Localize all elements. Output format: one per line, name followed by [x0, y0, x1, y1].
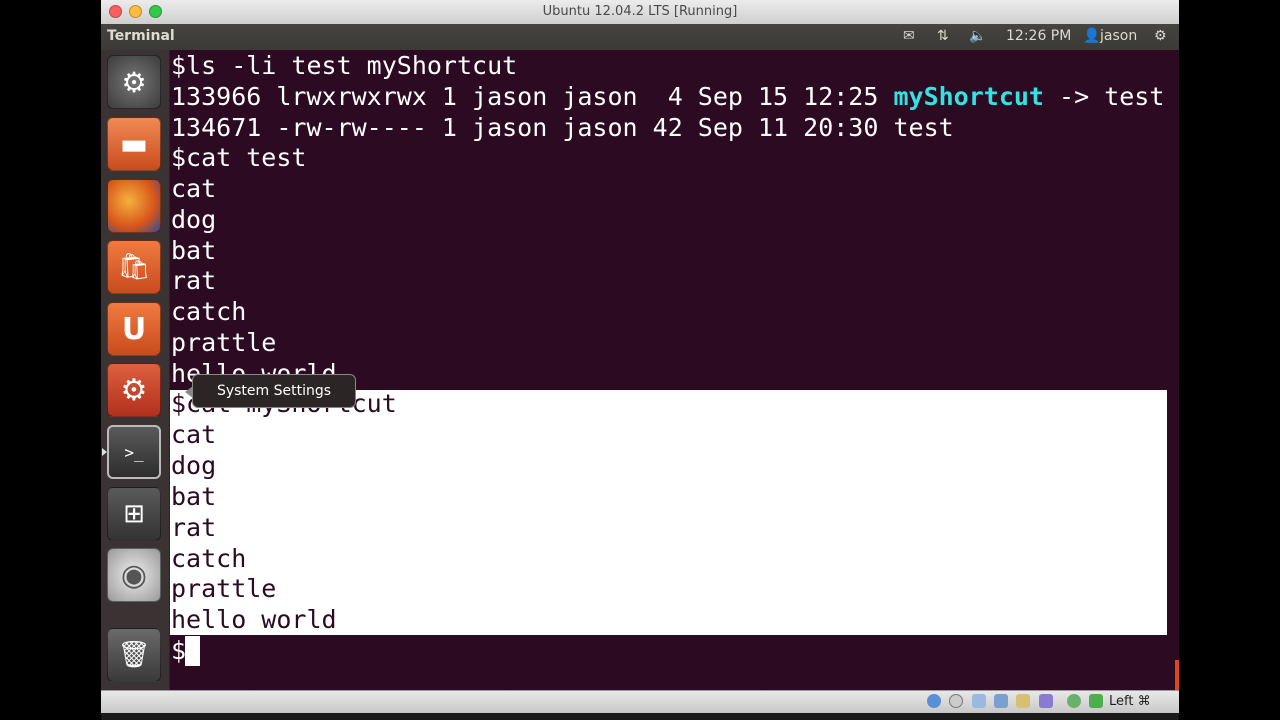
text-cursor [185, 636, 200, 666]
user-icon[interactable]: 👤 [1083, 28, 1100, 44]
files-icon[interactable]: ▬ [107, 117, 161, 171]
network-icon[interactable]: ⇅ [937, 28, 949, 44]
terminal-line: $ls -li test myShortcut [171, 51, 518, 80]
terminal-icon[interactable]: >_ [107, 425, 161, 479]
terminal-line: bat [171, 482, 217, 511]
terminal-line: $cat test [171, 143, 307, 172]
top-panel: Terminal ✉ ⇅ 🔈 12:26 PM 👤 jason ⚙ [101, 24, 1179, 50]
usb-icon[interactable] [972, 694, 986, 708]
optical-drive-icon[interactable] [949, 694, 963, 708]
shared-folder-icon[interactable] [1016, 694, 1030, 708]
terminal-line: dog [171, 205, 217, 234]
window-title: Ubuntu 12.04.2 LTS [Running] [542, 4, 738, 19]
terminal-line: 133966 lrwxrwxrwx 1 jason jason 4 Sep 15… [171, 81, 1164, 112]
mail-icon[interactable]: ✉ [903, 28, 915, 44]
vm-statusbar: Left ⌘ [101, 690, 1179, 713]
text-selection [170, 390, 1167, 635]
symlink-target: -> test [1043, 82, 1165, 111]
firefox-icon[interactable] [107, 179, 161, 233]
terminal-line: catch [171, 544, 247, 573]
terminal-line: cat [171, 420, 217, 449]
dvd-icon[interactable]: ◉ [107, 548, 161, 602]
trash-icon[interactable]: 🗑 [107, 628, 161, 682]
clock[interactable]: 12:26 PM [1006, 28, 1071, 44]
workspace-switcher-icon[interactable]: ⊞ [107, 487, 161, 541]
launcher: ⚙ ▬ 🛍 U ⚙ >_ ⊞ ◉ 🗑 [101, 50, 170, 690]
storage-icon[interactable] [927, 694, 941, 708]
panel-app-title: Terminal [107, 28, 175, 44]
system-settings-icon[interactable]: ⚙ [107, 363, 161, 417]
terminal-line: catch [171, 297, 247, 326]
volume-icon[interactable]: 🔈 [969, 28, 986, 44]
scroll-indicator[interactable] [1175, 660, 1179, 690]
user-name[interactable]: jason [1100, 28, 1137, 44]
terminal-line: cat [171, 174, 217, 203]
symlink-name: myShortcut [893, 82, 1044, 111]
capture-icon[interactable] [1067, 694, 1081, 708]
terminal-line: prattle [171, 574, 277, 603]
terminal-line: hello world [171, 605, 337, 634]
ubuntu-one-icon[interactable]: U [107, 302, 161, 356]
software-center-icon[interactable]: 🛍 [107, 240, 161, 294]
display-icon[interactable] [1039, 694, 1053, 708]
terminal-line: bat [171, 236, 217, 265]
launcher-tooltip: System Settings [185, 374, 356, 408]
dash-icon[interactable]: ⚙ [107, 55, 161, 109]
vm-titlebar: Ubuntu 12.04.2 LTS [Running] [101, 0, 1179, 25]
host-key-label: Left ⌘ [1109, 694, 1151, 709]
terminal-prompt: $ [171, 636, 187, 665]
terminal-line: rat [171, 513, 217, 542]
terminal-line: prattle [171, 328, 277, 357]
gear-icon[interactable]: ⚙ [1154, 28, 1167, 44]
line-text: 133966 lrwxrwxrwx 1 jason jason 4 Sep 15… [171, 82, 894, 111]
network-adapter-icon[interactable] [994, 694, 1008, 708]
keyboard-capture-icon[interactable] [1089, 694, 1103, 708]
terminal-line: 134671 -rw-rw---- 1 jason jason 42 Sep 1… [171, 113, 954, 142]
terminal-line: dog [171, 451, 217, 480]
terminal-line: rat [171, 266, 217, 295]
